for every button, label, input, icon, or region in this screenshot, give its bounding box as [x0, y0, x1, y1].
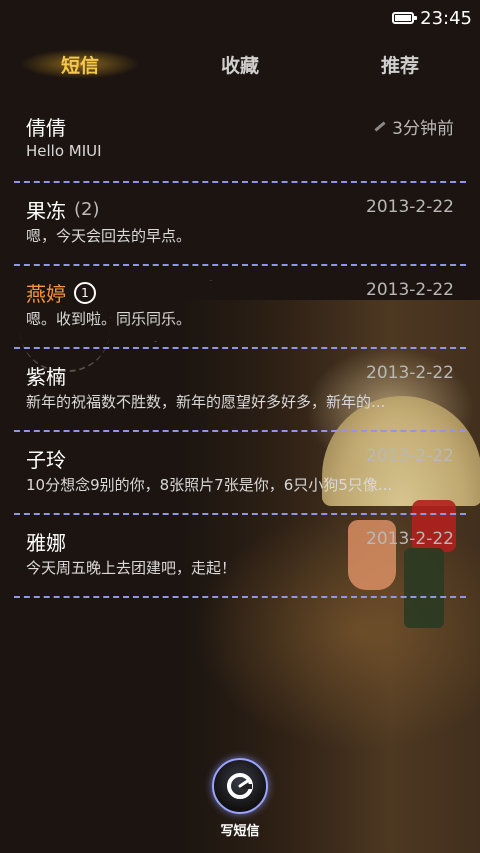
message-time: 2013-2-22	[366, 280, 454, 300]
message-time: 2013-2-22	[366, 363, 454, 383]
compose-area: 写短信	[200, 758, 280, 848]
conversation-item[interactable]: 倩倩 3分钟前 Hello MIUI	[0, 100, 480, 183]
message-time: 2013-2-22	[366, 446, 454, 466]
tab-label: 收藏	[220, 54, 259, 77]
tab-bar: 短信 收藏 推荐	[0, 40, 480, 88]
status-bar: 23:45	[0, 0, 480, 36]
message-time: 2013-2-22	[366, 529, 454, 549]
pencil-icon	[374, 121, 386, 132]
divider	[14, 596, 466, 598]
contact-name: 紫楠	[26, 365, 66, 389]
tab-label: 短信	[60, 54, 99, 77]
compose-message-icon	[227, 773, 253, 799]
message-count: (2)	[74, 199, 100, 220]
contact-name: 果冻 (2)	[26, 199, 100, 223]
message-time: 3分钟前	[374, 114, 454, 139]
time-text: 3分钟前	[392, 119, 454, 139]
conversation-item[interactable]: 子玲 2013-2-22 10分想念9别的你，8张照片7张是你，6只小狗5只像.…	[0, 432, 480, 515]
tab-label: 推荐	[380, 54, 419, 77]
message-preview: 嗯。收到啦。同乐同乐。	[26, 310, 192, 328]
battery-full-icon	[392, 12, 418, 24]
contact-name: 倩倩	[26, 116, 66, 140]
status-time: 23:45	[420, 7, 472, 29]
compose-label: 写短信	[220, 824, 260, 839]
tab-favorites[interactable]: 收藏	[160, 40, 320, 88]
message-preview: Hello MIUI	[26, 142, 102, 160]
conversation-list: 倩倩 3分钟前 Hello MIUI 果冻 (2) 2013-2-22 嗯，今天…	[0, 100, 480, 598]
conversation-item[interactable]: 紫楠 2013-2-22 新年的祝福数不胜数，新年的愿望好多好多，新年的...	[0, 349, 480, 432]
tab-recommended[interactable]: 推荐	[320, 40, 480, 88]
tab-messages[interactable]: 短信	[0, 40, 160, 88]
conversation-item[interactable]: 雅娜 2013-2-22 今天周五晚上去团建吧，走起！	[0, 515, 480, 598]
message-preview: 10分想念9别的你，8张照片7张是你，6只小狗5只像...	[26, 476, 393, 494]
unread-badge: 1	[74, 281, 96, 304]
compose-button[interactable]	[212, 758, 268, 814]
message-time: 2013-2-22	[366, 197, 454, 217]
conversation-item[interactable]: 燕婷 1 2013-2-22 嗯。收到啦。同乐同乐。	[0, 266, 480, 349]
message-preview: 今天周五晚上去团建吧，走起！	[26, 559, 237, 577]
conversation-item[interactable]: 果冻 (2) 2013-2-22 嗯，今天会回去的早点。	[0, 183, 480, 266]
message-preview: 新年的祝福数不胜数，新年的愿望好多好多，新年的...	[26, 393, 386, 411]
contact-name: 燕婷 1	[26, 278, 96, 307]
message-preview: 嗯，今天会回去的早点。	[26, 227, 192, 245]
contact-name: 雅娜	[26, 531, 66, 555]
contact-name: 子玲	[26, 448, 66, 472]
